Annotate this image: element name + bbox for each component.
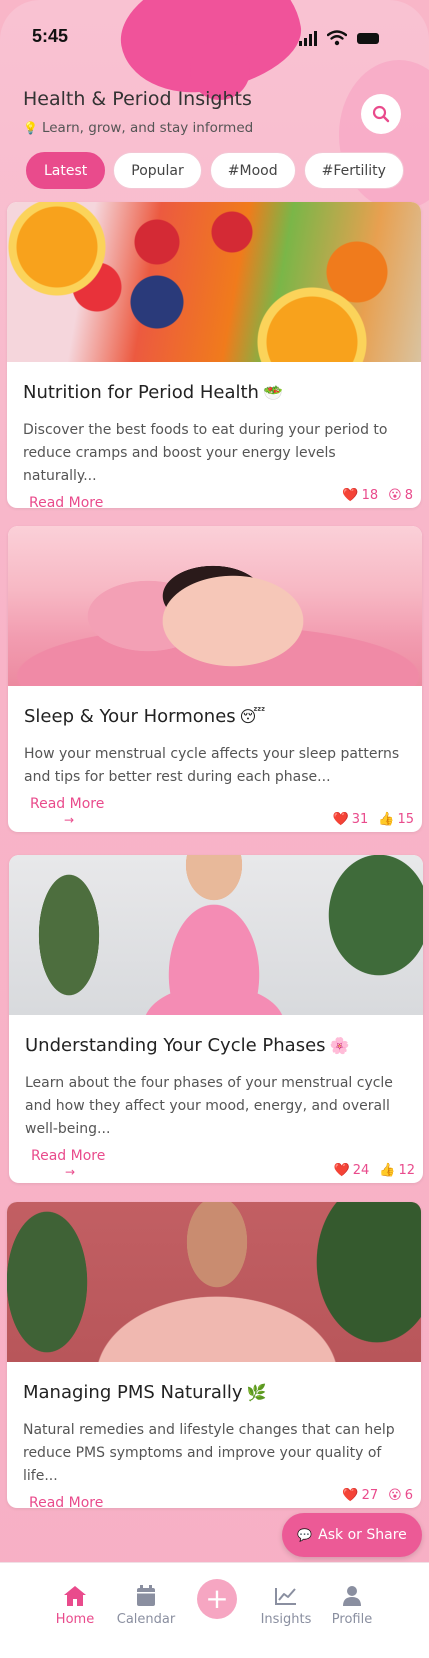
article-description: Natural remedies and lifestyle changes t… — [23, 1422, 395, 1484]
article-card[interactable]: Understanding Your Cycle Phases 🌸 Learn a… — [9, 855, 423, 1183]
reaction-thumbs-up[interactable]: 👍 15 — [378, 812, 414, 827]
chat-bubble-icon: 💬 — [297, 1528, 313, 1542]
article-title: Understanding Your Cycle Phases 🌸 — [25, 1035, 350, 1056]
page-title: Health & Period Insights — [23, 88, 252, 110]
reaction-heart[interactable]: ❤️ 27 — [342, 1488, 378, 1503]
reaction-wow[interactable]: 😮 8 — [388, 488, 413, 503]
nav-item-home[interactable]: Home — [40, 1583, 110, 1627]
salad-icon: 🥗 — [262, 383, 283, 402]
status-time: 5:45 — [32, 26, 69, 46]
heart-icon: ❤️ — [333, 1163, 350, 1178]
home-icon — [40, 1583, 110, 1609]
article-description: Discover the best foods to eat during yo… — [23, 422, 388, 484]
article-description: How your menstrual cycle affects your sl… — [24, 746, 400, 785]
reaction-bar: ❤️ 18 😮 8 — [342, 488, 413, 503]
filter-chip-mood[interactable]: #Mood — [209, 152, 296, 189]
plus-icon: + — [205, 1582, 229, 1615]
reaction-heart[interactable]: ❤️ 24 — [334, 1163, 370, 1178]
search-button[interactable] — [361, 94, 401, 134]
filter-chip-fertility[interactable]: #Fertility — [303, 152, 404, 189]
article-image-yoga — [9, 855, 423, 1015]
add-entry-button[interactable]: + — [197, 1579, 237, 1619]
article-card[interactable]: Sleep & Your Hormones 😴 How your menstrua… — [8, 526, 422, 832]
app-screen: 5:45 Health & Period Insights 💡 Learn, gr… — [0, 0, 429, 1658]
person-icon — [317, 1583, 387, 1609]
heart-icon: ❤️ — [342, 488, 359, 503]
read-more-link[interactable]: Read More — [31, 1147, 105, 1165]
search-icon — [372, 105, 390, 123]
thumbs-up-icon: 👍 — [379, 1163, 396, 1178]
herb-icon: 🌿 — [246, 1383, 267, 1402]
nav-item-profile[interactable]: Profile — [317, 1583, 387, 1627]
reaction-thumbs-up[interactable]: 👍 12 — [379, 1163, 415, 1178]
read-more-link[interactable]: Read More — [29, 494, 103, 508]
bottom-nav: Home Calendar + Insights Profile — [0, 1562, 429, 1658]
read-more-link[interactable]: Read More — [30, 795, 104, 813]
surprised-face-icon: 😮 — [388, 488, 402, 503]
article-title: Sleep & Your Hormones 😴 — [24, 706, 266, 727]
reaction-heart[interactable]: ❤️ 18 — [342, 488, 378, 503]
article-image-pms — [7, 1202, 421, 1362]
nav-item-calendar[interactable]: Calendar — [111, 1583, 181, 1627]
article-card[interactable]: Managing PMS Naturally 🌿 Natural remedies… — [7, 1202, 421, 1508]
lightbulb-icon: 💡 — [23, 121, 38, 135]
reaction-bar: ❤️ 24 👍 12 — [334, 1163, 415, 1178]
reaction-wow[interactable]: 😮 6 — [388, 1488, 413, 1503]
article-image-fruits — [7, 202, 421, 362]
heart-icon: ❤️ — [332, 812, 349, 827]
signal-icon — [299, 30, 317, 46]
thumbs-up-icon: 👍 — [378, 812, 395, 827]
surprised-face-icon: 😮 — [388, 1488, 402, 1503]
article-image-sleep — [8, 526, 422, 686]
reaction-bar: ❤️ 27 😮 6 — [342, 1488, 413, 1503]
filter-chips: Latest Popular #Mood #Fertility — [26, 152, 404, 189]
sleeping-face-icon: 😴 — [239, 707, 266, 726]
status-icons — [299, 30, 379, 46]
article-title: Managing PMS Naturally 🌿 — [23, 1382, 267, 1403]
heart-icon: ❤️ — [342, 1488, 359, 1503]
reaction-bar: ❤️ 31 👍 15 — [333, 812, 414, 827]
filter-chip-popular[interactable]: Popular — [113, 152, 202, 189]
read-more-link[interactable]: Read More — [29, 1494, 103, 1508]
article-title: Nutrition for Period Health 🥗 — [23, 382, 283, 403]
status-bar: 5:45 — [0, 0, 429, 64]
blossom-icon: 🌸 — [329, 1036, 350, 1055]
ask-or-share-button[interactable]: 💬 Ask or Share — [282, 1513, 422, 1557]
page-subtitle: 💡 Learn, grow, and stay informed — [23, 120, 253, 136]
ask-or-share-label: Ask or Share — [318, 1527, 407, 1543]
article-card[interactable]: Nutrition for Period Health 🥗 Discover th… — [7, 202, 421, 508]
battery-icon — [357, 33, 379, 44]
calendar-icon — [111, 1583, 181, 1609]
nav-item-insights[interactable]: Insights — [251, 1583, 321, 1627]
subtitle-text: Learn, grow, and stay informed — [41, 120, 254, 136]
filter-chip-latest[interactable]: Latest — [26, 152, 106, 189]
reaction-heart[interactable]: ❤️ 31 — [333, 812, 369, 827]
article-description: Learn about the four phases of your mens… — [25, 1075, 393, 1137]
chart-icon — [251, 1583, 321, 1609]
wifi-icon — [327, 30, 347, 46]
